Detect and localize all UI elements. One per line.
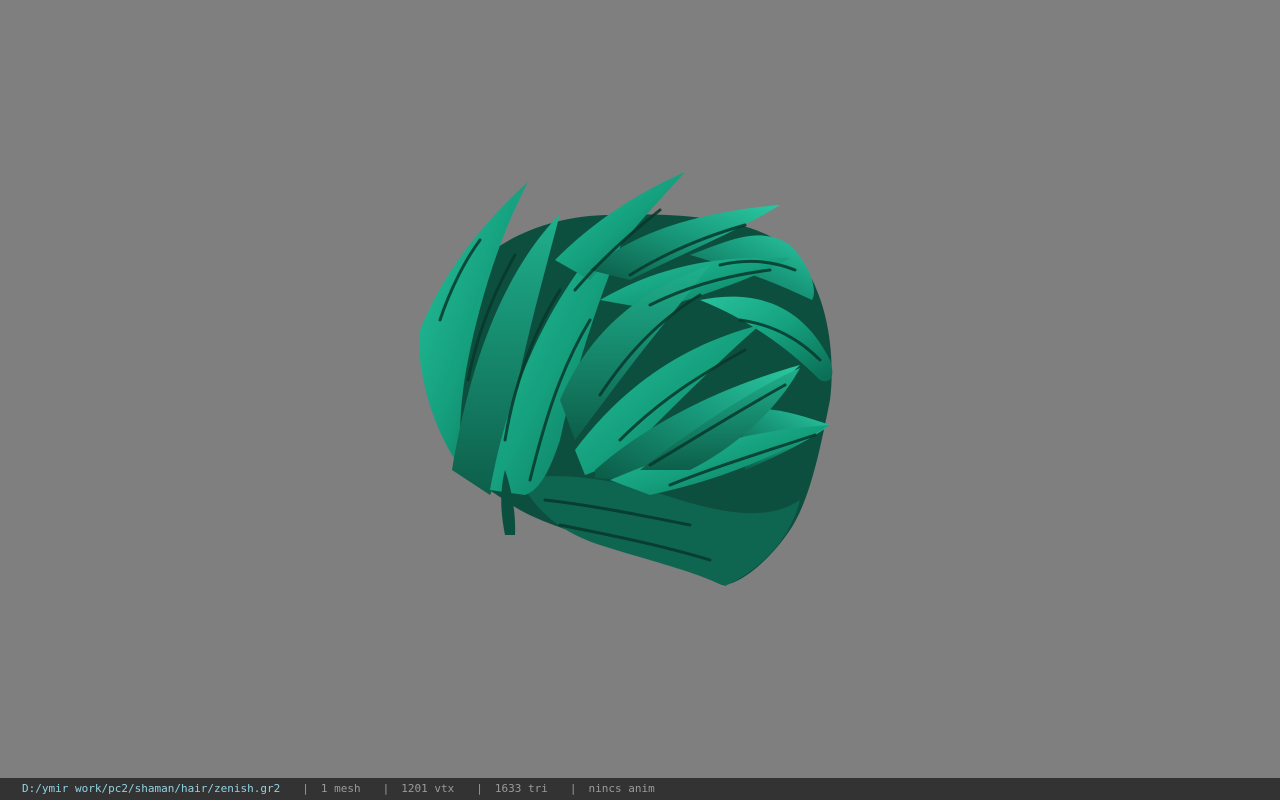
animation-info: nincs anim — [588, 782, 655, 795]
status-separator: | — [476, 782, 483, 795]
triangle-count: 1633 tri — [494, 782, 548, 795]
hair-model-render[interactable] — [0, 0, 1280, 778]
status-separator: | — [569, 782, 577, 795]
file-path: D:/ymir work/pc2/shaman/hair/zenish.gr2 — [22, 782, 281, 795]
status-separator: | — [382, 782, 390, 795]
vertex-count: 1201 vtx — [401, 782, 455, 795]
status-separator: | — [302, 782, 309, 795]
mesh-count: 1 mesh — [320, 782, 361, 795]
3d-viewport[interactable] — [0, 0, 1280, 778]
status-bar: D:/ymir work/pc2/shaman/hair/zenish.gr2 |… — [0, 778, 1280, 800]
